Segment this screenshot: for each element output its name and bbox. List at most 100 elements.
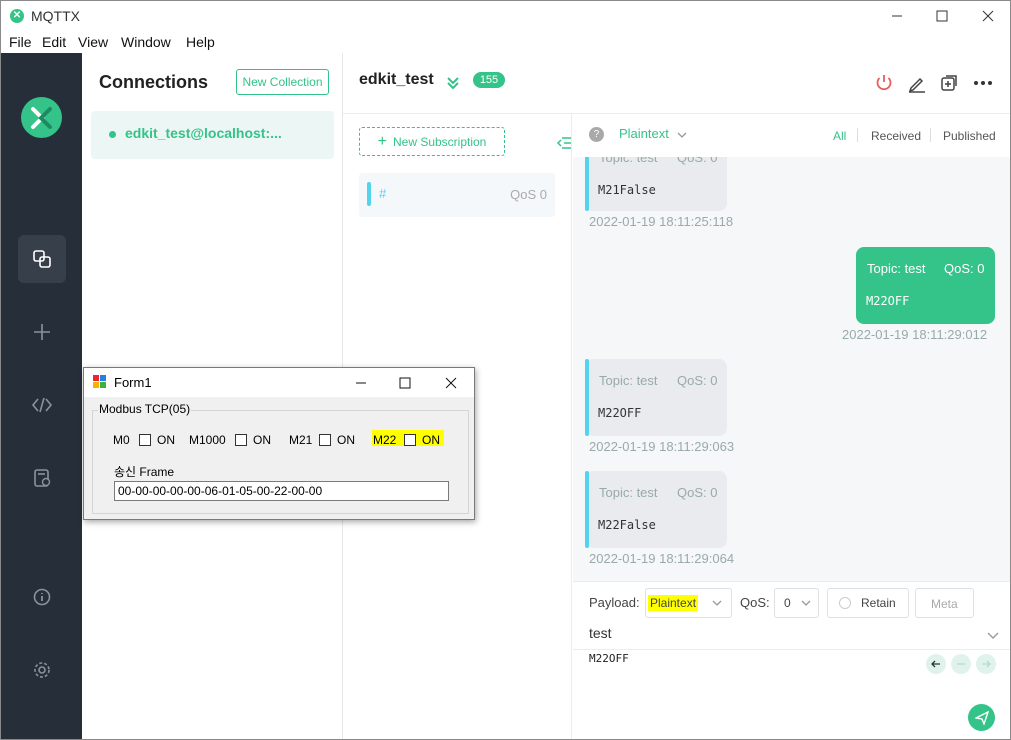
- coil-m22-checkbox[interactable]: [404, 434, 416, 446]
- rail-new-connection-button[interactable]: [18, 308, 66, 356]
- coil-m21-checkbox[interactable]: [319, 434, 331, 446]
- form1-maximize-button[interactable]: [382, 368, 428, 397]
- about-icon: [33, 588, 51, 606]
- minus-icon: [957, 663, 965, 665]
- power-icon: [876, 75, 892, 91]
- menu-file[interactable]: File: [9, 34, 32, 50]
- retain-radio: [839, 597, 851, 609]
- filter-separator: [930, 128, 931, 142]
- message-color-bar: [585, 359, 589, 436]
- send-button[interactable]: [968, 704, 995, 731]
- message-qos: QoS: 0: [677, 373, 718, 388]
- message-payload: M22False: [598, 518, 656, 532]
- minimize-button[interactable]: [874, 1, 920, 31]
- message-format-select[interactable]: Plaintext: [619, 126, 688, 141]
- message-qos: QoS: 0: [944, 261, 985, 276]
- menu-window[interactable]: Window: [121, 34, 171, 50]
- form1-close-button[interactable]: [428, 368, 474, 397]
- app-title: MQTTX: [31, 8, 80, 24]
- close-button[interactable]: [965, 1, 1010, 31]
- collapse-subs-button[interactable]: [556, 135, 572, 156]
- message-received[interactable]: Topic: test QoS: 0 M22OFF: [585, 359, 727, 436]
- disconnect-button[interactable]: [872, 71, 896, 95]
- subscription-topic: #: [379, 186, 387, 201]
- edit-connection-button[interactable]: [905, 71, 929, 95]
- subscription-item[interactable]: # QoS 0: [359, 173, 555, 217]
- qos-value: 0: [784, 596, 791, 610]
- chevron-down-icon: [712, 600, 722, 606]
- history-forward-button[interactable]: [976, 654, 996, 674]
- message-format-value: Plaintext: [619, 126, 669, 141]
- message-topic: Topic: test: [599, 485, 658, 500]
- coil-m0-checkbox[interactable]: [139, 434, 151, 446]
- new-window-icon: [941, 75, 957, 91]
- rail-connections-button[interactable]: [18, 235, 66, 283]
- message-payload: M22OFF: [598, 406, 642, 420]
- connection-header: edkit_test 155: [343, 53, 1010, 114]
- menu-view[interactable]: View: [78, 34, 108, 50]
- form1-minimize-button[interactable]: [338, 368, 384, 397]
- connection-title: edkit_test: [359, 71, 434, 88]
- frame-textbox[interactable]: 00-00-00-00-00-06-01-05-00-22-00-00: [114, 481, 449, 501]
- coil-m21-label: M21: [289, 433, 313, 447]
- arrow-left-icon: [931, 660, 940, 668]
- menu-bar: File Edit View Window Help: [1, 32, 1010, 54]
- chevron-down-icon[interactable]: [986, 628, 1000, 642]
- new-subscription-button[interactable]: + New Subscription: [359, 127, 505, 156]
- coil-m22-on-label: ON: [422, 433, 440, 447]
- menu-edit[interactable]: Edit: [42, 34, 66, 50]
- connection-item[interactable]: edkit_test@localhost:...: [91, 111, 334, 159]
- message-composer: Payload: Plaintext QoS: 0 Retain Meta te…: [573, 581, 1010, 739]
- coil-m22-label: M22: [373, 433, 397, 447]
- filter-published[interactable]: Published: [943, 129, 996, 143]
- form1-window: Form1 Modbus TCP(05) M0 ON M1000 ON M21 …: [83, 367, 475, 520]
- rail-about-button[interactable]: [18, 573, 66, 621]
- new-subscription-label: New Subscription: [392, 135, 487, 149]
- coil-m1000-on-label: ON: [253, 433, 271, 447]
- form1-title: Form1: [114, 375, 152, 390]
- message-qos: QoS: 0: [677, 485, 718, 500]
- maximize-button[interactable]: [919, 1, 965, 31]
- topic-input[interactable]: test: [589, 625, 612, 641]
- minimize-icon: [356, 382, 366, 383]
- more-button[interactable]: [971, 71, 995, 95]
- log-icon: [34, 469, 51, 487]
- coil-m21-on-label: ON: [337, 433, 355, 447]
- form1-title-bar: Form1: [84, 368, 474, 397]
- arrow-right-icon: [982, 660, 991, 668]
- subscription-color-bar: [367, 182, 371, 206]
- filter-received[interactable]: Received: [871, 129, 921, 143]
- history-back-button[interactable]: [926, 654, 946, 674]
- coil-m1000-checkbox[interactable]: [235, 434, 247, 446]
- rail-settings-button[interactable]: [18, 646, 66, 694]
- menu-help[interactable]: Help: [186, 34, 215, 50]
- messages-panel: Topic: test QoS: 0 M21False 2022-01-19 1…: [573, 114, 1010, 581]
- left-rail: [1, 53, 82, 739]
- connections-title: Connections: [99, 72, 209, 92]
- add-icon: [34, 324, 50, 340]
- qos-select[interactable]: 0: [774, 588, 819, 618]
- mqttx-logo-icon: [21, 97, 62, 138]
- message-received[interactable]: Topic: test QoS: 0 M22False: [585, 471, 727, 548]
- help-icon[interactable]: ?: [589, 127, 604, 142]
- payload-format-select[interactable]: Plaintext: [645, 588, 732, 618]
- connection-status-dot: [109, 131, 116, 138]
- history-clear-button[interactable]: [951, 654, 971, 674]
- payload-input[interactable]: M22OFF: [589, 652, 629, 665]
- plus-icon: +: [377, 133, 387, 150]
- new-window-button[interactable]: [937, 71, 961, 95]
- chevrons-down-icon: [447, 77, 459, 90]
- filter-all[interactable]: All: [833, 129, 846, 143]
- filter-separator: [857, 128, 858, 142]
- collapse-button[interactable]: [441, 71, 465, 95]
- rail-script-button[interactable]: [18, 381, 66, 429]
- edit-icon: [908, 77, 925, 93]
- chevron-down-icon: [801, 600, 811, 606]
- rail-log-button[interactable]: [18, 454, 66, 502]
- new-collection-button[interactable]: New Collection: [236, 69, 329, 95]
- message-color-bar: [585, 471, 589, 548]
- message-published[interactable]: Topic: test QoS: 0 M22OFF: [856, 247, 995, 324]
- meta-button[interactable]: Meta: [915, 588, 974, 618]
- retain-toggle[interactable]: Retain: [827, 588, 909, 618]
- payload-label: Payload:: [589, 595, 640, 610]
